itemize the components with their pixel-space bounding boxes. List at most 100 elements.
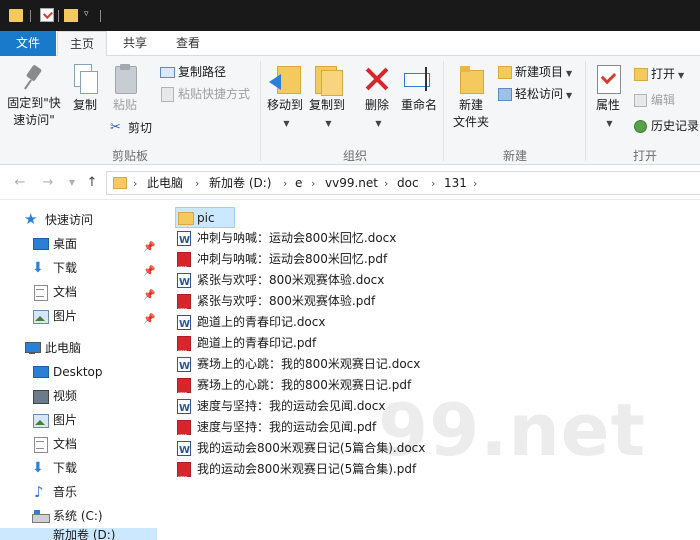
breadcrumb-this-pc[interactable]: 此电脑 [147, 175, 183, 192]
tab-home[interactable]: 主页 [57, 31, 107, 57]
chevron-right-icon[interactable]: › [133, 175, 137, 192]
history-label: 历史记录 [651, 119, 700, 133]
properties-icon [595, 64, 621, 94]
new-group-label: 新建 [502, 149, 527, 163]
paste-icon [112, 64, 138, 94]
nav-pc-downloads[interactable]: 下载 [0, 457, 157, 479]
nav-quick-downloads[interactable]: 下载 📌 [0, 257, 157, 279]
word-document-icon [177, 314, 191, 335]
address-bar[interactable]: › 此电脑 › 新加卷 (D:) › e › vv99.net › doc › … [106, 171, 700, 195]
breadcrumb-131[interactable]: 131 [444, 175, 467, 192]
back-arrow-icon[interactable]: ← [12, 175, 28, 191]
delete-label: 删除 [364, 98, 389, 112]
breadcrumb-e[interactable]: e [295, 175, 302, 192]
nav-quick-documents[interactable]: 文档 📌 [0, 281, 157, 303]
file-name: 速度与坚持：我的运动会见闻.docx [197, 399, 386, 413]
chevron-right-icon[interactable]: › [283, 175, 287, 192]
up-arrow-icon[interactable]: ↑ [84, 175, 100, 191]
forward-arrow-icon[interactable]: → [40, 175, 56, 191]
new-folder-button[interactable]: 新建 文件夹 [450, 64, 492, 131]
word-document-icon [177, 356, 191, 377]
computer-icon [24, 341, 41, 355]
download-icon [32, 457, 48, 479]
ribbon-tabs: 文件 主页 共享 查看 [0, 31, 700, 57]
file-name: 速度与坚持：我的运动会见闻.pdf [197, 420, 377, 434]
breadcrumb-drive-d[interactable]: 新加卷 (D:) [209, 175, 271, 192]
picture-icon [32, 413, 49, 428]
navigation-pane: 快速访问 桌面 📌 下载 📌 文档 📌 图片 📌 此电脑 Desktop 视频 … [0, 201, 157, 540]
nav-pc-pictures[interactable]: 图片 [0, 409, 157, 431]
properties-label: 属性 [595, 98, 620, 112]
word-document-icon [177, 398, 191, 419]
new-item-icon [497, 65, 512, 79]
pdf-icon [177, 294, 191, 322]
easy-access-icon [497, 87, 512, 101]
edit-label: 编辑 [651, 93, 676, 107]
chevron-right-icon[interactable]: › [384, 175, 388, 192]
nav-pc-drive-c[interactable]: 系统 (C:) [0, 505, 157, 527]
nav-quick-access[interactable]: 快速访问 [0, 208, 157, 231]
breadcrumb-vv99[interactable]: vv99.net [325, 175, 378, 192]
copy-path-button[interactable]: 复制路径 [160, 62, 226, 82]
pin-icon [23, 64, 45, 92]
chevron-right-icon[interactable]: › [311, 175, 315, 192]
file-name: 我的运动会800米观赛日记(5篇合集).docx [197, 441, 426, 455]
new-folder-quick-icon[interactable] [64, 9, 78, 22]
tab-file[interactable]: 文件 [0, 31, 56, 56]
cut-button[interactable]: 剪切 [110, 118, 152, 138]
pin-to-quick-access-button[interactable]: 固定到"快 速访问" [4, 64, 64, 129]
properties-quick-icon[interactable] [40, 8, 54, 22]
nav-this-pc[interactable]: 此电脑 [0, 337, 157, 359]
clipboard-group-label: 剪贴板 [111, 149, 148, 163]
pdf-icon [177, 252, 191, 280]
move-to-icon [269, 64, 301, 94]
new-item-button[interactable]: 新建项目 ▼ [497, 62, 572, 82]
rename-label: 重命名 [400, 98, 437, 112]
folder-row[interactable]: pic [175, 207, 235, 228]
nav-pc-documents[interactable]: 文档 [0, 433, 157, 455]
file-name: 冲刺与呐喊：运动会800米回忆.pdf [197, 252, 388, 266]
breadcrumb-doc[interactable]: doc [397, 175, 419, 192]
nav-pc-drive-d[interactable]: 新加卷 (D:) [0, 528, 157, 540]
file-list: 99.net pic 冲刺与呐喊：运动会800米回忆.docx 冲刺与呐喊：运动会8… [157, 201, 700, 540]
nav-quick-desktop[interactable]: 桌面 📌 [0, 233, 157, 255]
recent-locations-chevron-icon[interactable]: ▼ [64, 175, 80, 191]
copy-to-button[interactable]: 复制到 ▼ [306, 64, 348, 132]
nav-pc-desktop[interactable]: Desktop [0, 361, 157, 383]
file-name: pic [197, 211, 215, 225]
desktop-icon [32, 365, 49, 379]
open-button[interactable]: 打开 ▼ [633, 64, 684, 84]
tab-share[interactable]: 共享 [110, 31, 160, 56]
move-to-button[interactable]: 移动到 ▼ [264, 64, 306, 132]
paste-button[interactable]: 粘贴 [108, 64, 142, 114]
file-name: 跑道上的青春印记.docx [197, 315, 326, 329]
properties-button[interactable]: 属性 ▼ [590, 64, 626, 132]
tab-view[interactable]: 查看 [163, 31, 213, 56]
nav-pc-music[interactable]: 音乐 [0, 481, 157, 503]
history-button[interactable]: 历史记录 [633, 116, 699, 136]
edit-button[interactable]: 编辑 [633, 90, 675, 110]
nav-pc-videos[interactable]: 视频 [0, 385, 157, 407]
chevron-right-icon[interactable]: › [473, 175, 477, 192]
delete-button[interactable]: 删除 ▼ [360, 64, 394, 132]
video-icon [32, 389, 49, 404]
easy-access-button[interactable]: 轻松访问 ▼ [497, 84, 572, 104]
divider [585, 61, 586, 161]
organize-group-label: 组织 [342, 149, 367, 163]
paste-shortcut-button[interactable]: 粘贴快捷方式 [160, 84, 250, 104]
document-icon [32, 285, 48, 301]
desktop-icon [32, 237, 49, 251]
copy-to-icon [311, 64, 343, 96]
history-icon [633, 119, 647, 133]
chevron-down-icon[interactable]: ▿ [84, 9, 94, 19]
file-name: 赛场上的心跳：我的800米观赛日记.pdf [197, 378, 412, 392]
chevron-right-icon[interactable]: › [195, 175, 199, 192]
rename-button[interactable]: 重命名 [398, 64, 440, 114]
copy-path-label: 复制路径 [178, 65, 227, 79]
new-folder-label-line1: 新建 [458, 98, 483, 112]
chevron-right-icon[interactable]: › [431, 175, 435, 192]
new-folder-label-line2: 文件夹 [452, 115, 489, 129]
nav-quick-pictures[interactable]: 图片 📌 [0, 305, 157, 327]
copy-button[interactable]: 复制 [68, 64, 102, 114]
edit-icon [633, 93, 647, 107]
